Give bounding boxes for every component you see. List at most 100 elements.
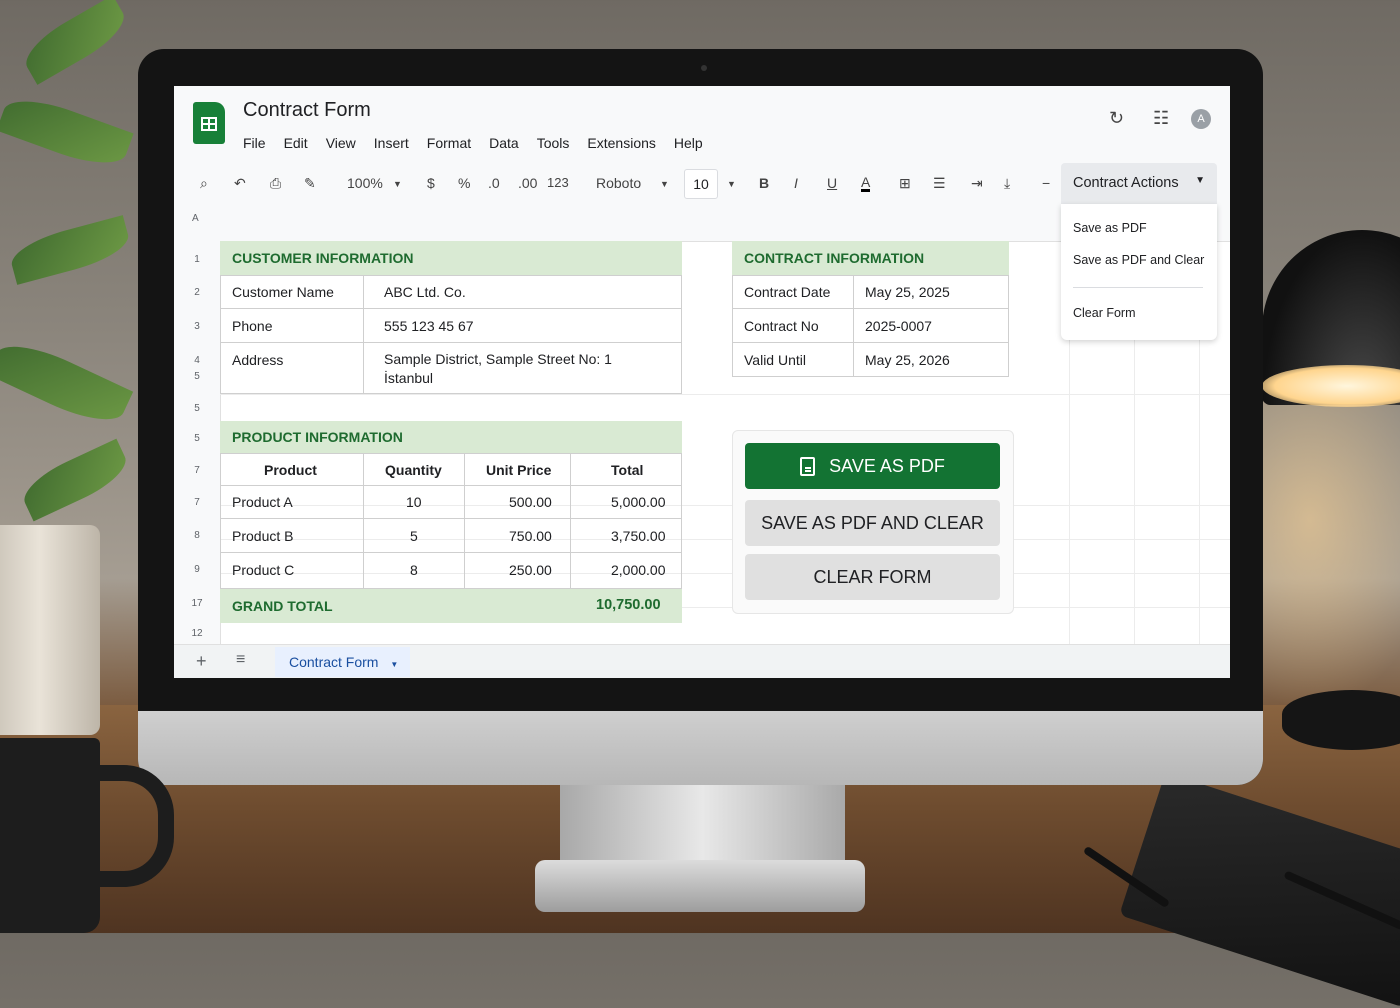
text-wrap-icon[interactable]: ⤓ — [1004, 175, 1010, 192]
row-number[interactable]: 9 — [174, 564, 220, 575]
contract-actions-menu-button[interactable]: Contract Actions ▼ — [1061, 163, 1217, 204]
font-size-input[interactable]: 10 — [684, 169, 718, 199]
sheets-logo-icon[interactable] — [193, 102, 225, 144]
chevron-down-icon[interactable]: ▼ — [660, 179, 669, 189]
column-header-total[interactable]: Total — [611, 462, 643, 478]
plant-leaf — [0, 332, 134, 434]
more-formats-button[interactable]: 123 — [547, 175, 569, 190]
align-icon[interactable]: ☰ — [933, 175, 946, 192]
plant-leaf — [17, 0, 133, 85]
all-sheets-icon[interactable]: ≡ — [236, 651, 245, 669]
address-value-line2[interactable]: İstanbul — [384, 370, 433, 386]
more-options-icon[interactable]: − — [1042, 175, 1050, 191]
menu-data[interactable]: Data — [489, 135, 519, 151]
row-number[interactable]: 2 — [174, 287, 220, 298]
contract-no-value[interactable]: 2025-0007 — [865, 318, 932, 334]
table-cell[interactable]: Product A — [232, 494, 293, 510]
avatar[interactable]: A — [1191, 109, 1211, 129]
print-icon[interactable]: ⎙ — [270, 175, 281, 192]
menu-item-save-as-pdf-and-clear[interactable]: Save as PDF and Clear — [1073, 253, 1204, 267]
row-number[interactable]: 12 — [174, 628, 220, 639]
table-cell[interactable]: 750.00 — [509, 528, 552, 544]
save-as-pdf-button[interactable]: SAVE AS PDF — [745, 443, 1000, 489]
save-as-pdf-and-clear-button[interactable]: SAVE AS PDF AND CLEAR — [745, 500, 1000, 546]
vertical-align-icon[interactable]: ⇥ — [971, 175, 983, 192]
zoom-select[interactable]: 100% — [347, 175, 383, 191]
row-number[interactable]: 7 — [174, 497, 220, 508]
increase-decimal-button[interactable]: .00 — [518, 175, 537, 191]
menu-help[interactable]: Help — [674, 135, 703, 151]
bold-button[interactable]: B — [759, 175, 769, 191]
table-cell[interactable]: 3,750.00 — [611, 528, 666, 544]
chevron-down-icon[interactable]: ▼ — [393, 179, 402, 189]
chevron-down-icon[interactable]: ▼ — [727, 179, 736, 189]
menu-view[interactable]: View — [326, 135, 356, 151]
percent-button[interactable]: % — [458, 175, 470, 191]
menu-file[interactable]: File — [243, 135, 266, 151]
address-value[interactable]: Sample District, Sample Street No: 1 — [384, 351, 612, 367]
menu-tools[interactable]: Tools — [537, 135, 570, 151]
table-cell[interactable]: 10 — [406, 494, 422, 510]
borders-icon[interactable]: ⊞ — [899, 175, 911, 192]
address-label: Address — [232, 352, 284, 368]
row-number[interactable]: 4 — [174, 355, 220, 366]
product-info-header[interactable]: PRODUCT INFORMATION — [220, 421, 682, 453]
italic-button[interactable]: I — [794, 175, 798, 191]
row-number[interactable]: 17 — [174, 598, 220, 609]
document-title[interactable]: Contract Form — [243, 99, 371, 122]
column-header-a[interactable]: A — [192, 213, 199, 224]
column-header-unit-price[interactable]: Unit Price — [486, 462, 551, 478]
menu-extensions[interactable]: Extensions — [587, 135, 655, 151]
coffee-mug-handle — [88, 765, 174, 887]
contract-date-value[interactable]: May 25, 2025 — [865, 284, 950, 300]
text-color-button[interactable]: A — [861, 175, 871, 192]
menu-item-save-as-pdf[interactable]: Save as PDF — [1073, 221, 1147, 235]
table-cell[interactable]: 5 — [410, 528, 418, 544]
table-cell[interactable]: 2,000.00 — [611, 562, 666, 578]
row-number[interactable]: 8 — [174, 530, 220, 541]
menu-edit[interactable]: Edit — [284, 135, 308, 151]
row-number[interactable]: 3 — [174, 321, 220, 332]
row-number[interactable]: 5 — [174, 371, 220, 382]
table-cell[interactable]: Product B — [232, 528, 293, 544]
contract-info-header[interactable]: CONTRACT INFORMATION — [732, 241, 1009, 275]
menu-item-clear-form[interactable]: Clear Form — [1073, 306, 1136, 320]
column-header-quantity[interactable]: Quantity — [385, 462, 442, 478]
monitor-stand-foot — [535, 860, 865, 912]
table-cell[interactable]: 250.00 — [509, 562, 552, 578]
plant-leaf — [6, 215, 134, 285]
paint-format-icon[interactable]: ✎ — [304, 175, 316, 192]
table-cell[interactable]: 8 — [410, 562, 418, 578]
table-cell[interactable]: 5,000.00 — [611, 494, 666, 510]
customer-info-header[interactable]: CUSTOMER INFORMATION — [220, 241, 682, 275]
add-sheet-icon[interactable]: + — [196, 651, 207, 672]
column-header-product[interactable]: Product — [264, 462, 317, 478]
underline-button[interactable]: U — [827, 175, 837, 191]
clear-form-button[interactable]: CLEAR FORM — [745, 554, 1000, 600]
menu-insert[interactable]: Insert — [374, 135, 409, 151]
sheet-tab-label: Contract Form — [289, 654, 379, 670]
comments-icon[interactable]: ☷ — [1153, 108, 1169, 129]
version-history-icon[interactable]: ↻ — [1109, 108, 1124, 129]
sheet-tab-contract-form[interactable]: Contract Form ▼ — [275, 647, 410, 677]
undo-icon[interactable]: ↶ — [234, 175, 246, 192]
customer-name-value[interactable]: ABC Ltd. Co. — [384, 284, 466, 300]
coffee-mug — [0, 738, 100, 933]
contract-actions-label: Contract Actions — [1073, 175, 1179, 191]
decrease-decimal-button[interactable]: .0 — [488, 175, 500, 191]
phone-value[interactable]: 555 123 45 67 — [384, 318, 474, 334]
font-select[interactable]: Roboto — [596, 175, 641, 191]
table-cell[interactable]: Product C — [232, 562, 294, 578]
row-number[interactable]: 5 — [174, 403, 220, 414]
row-number[interactable]: 7 — [174, 465, 220, 476]
table-cell[interactable]: 500.00 — [509, 494, 552, 510]
row-number[interactable]: 5 — [174, 433, 220, 444]
grand-total-value[interactable]: 10,750.00 — [596, 597, 661, 613]
row-number[interactable]: 1 — [174, 254, 220, 265]
valid-until-value[interactable]: May 25, 2026 — [865, 352, 950, 368]
table-divider — [220, 308, 682, 309]
customer-name-label: Customer Name — [232, 284, 334, 300]
menu-format[interactable]: Format — [427, 135, 471, 151]
search-icon[interactable]: ⌕ — [200, 175, 208, 192]
currency-button[interactable]: $ — [427, 175, 435, 191]
